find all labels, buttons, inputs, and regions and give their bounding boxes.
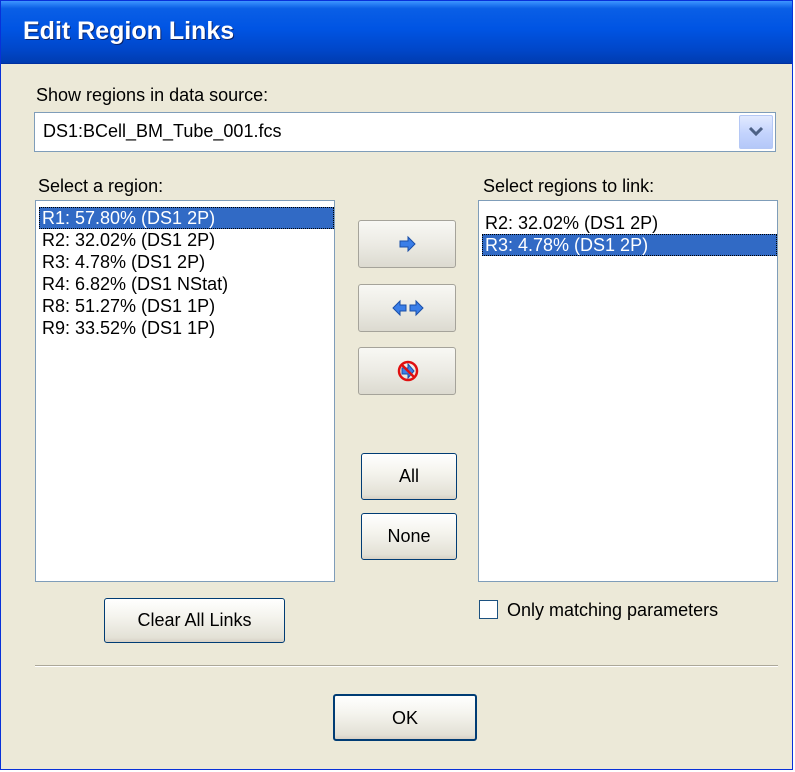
- list-item[interactable]: R3: 4.78% (DS1 2P): [39, 251, 211, 273]
- list-item[interactable]: R4: 6.82% (DS1 NStat): [39, 273, 234, 295]
- linked-regions-listbox[interactable]: R2: 32.02% (DS1 2P) R3: 4.78% (DS1 2P): [478, 200, 778, 582]
- link-button[interactable]: [358, 220, 456, 268]
- data-source-value: DS1:BCell_BM_Tube_001.fcs: [43, 121, 282, 141]
- title-bar[interactable]: Edit Region Links: [1, 1, 792, 64]
- clear-all-links-button[interactable]: Clear All Links: [104, 598, 285, 643]
- separator: [35, 665, 778, 667]
- right-arrow-icon: [399, 235, 416, 253]
- select-none-label: None: [387, 526, 431, 546]
- list-item[interactable]: R9: 33.52% (DS1 1P): [39, 317, 221, 339]
- list-item[interactable]: R2: 32.02% (DS1 2P): [39, 229, 221, 251]
- list-item[interactable]: R2: 32.02% (DS1 2P): [482, 212, 664, 234]
- bidirectional-arrows-icon: [392, 299, 424, 317]
- only-matching-checkbox[interactable]: [479, 600, 498, 619]
- select-all-label: All: [398, 466, 419, 486]
- select-none-button[interactable]: None: [361, 513, 457, 560]
- dropdown-button[interactable]: [739, 115, 773, 149]
- select-regions-to-link-label: Select regions to link:: [483, 176, 655, 196]
- data-source-dropdown[interactable]: DS1:BCell_BM_Tube_001.fcs: [34, 112, 776, 152]
- select-all-button[interactable]: All: [361, 453, 457, 500]
- list-item[interactable]: R1: 57.80% (DS1 2P): [39, 207, 334, 229]
- clear-all-links-label: Clear All Links: [137, 610, 252, 630]
- link-both-button[interactable]: [358, 284, 456, 332]
- chevron-down-icon: [748, 126, 764, 137]
- data-source-label: Show regions in data source:: [36, 85, 269, 105]
- unlink-button[interactable]: [358, 347, 456, 395]
- list-item[interactable]: R8: 51.27% (DS1 1P): [39, 295, 221, 317]
- select-region-label: Select a region:: [38, 176, 164, 196]
- ok-label: OK: [391, 708, 418, 728]
- ok-button[interactable]: OK: [333, 694, 477, 741]
- region-listbox[interactable]: R1: 57.80% (DS1 2P) R2: 32.02% (DS1 2P) …: [35, 200, 335, 582]
- only-matching-label: Only matching parameters: [507, 600, 719, 620]
- list-item[interactable]: R3: 4.78% (DS1 2P): [482, 234, 777, 256]
- dialog-title: Edit Region Links: [23, 17, 235, 45]
- no-link-icon: [397, 360, 419, 382]
